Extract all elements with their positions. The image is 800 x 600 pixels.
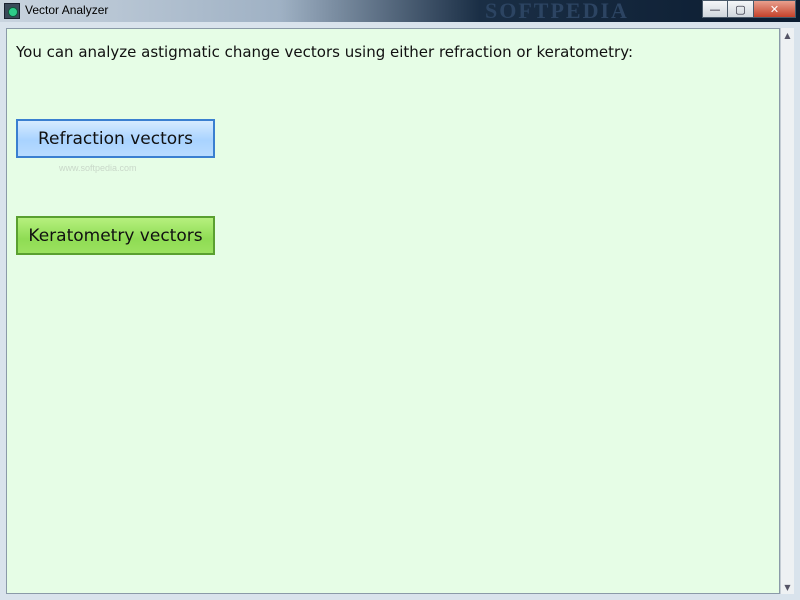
app-icon[interactable] [4, 3, 20, 19]
softpedia-watermark: SOFTPEDIA [485, 0, 629, 22]
title-bar[interactable]: Vector Analyzer SOFTPEDIA — ▢ ✕ [0, 0, 800, 22]
scroll-down-arrow-icon[interactable]: ▼ [781, 580, 794, 594]
window-frame: You can analyze astigmatic change vector… [0, 22, 800, 600]
keratometry-vectors-button[interactable]: Keratometry vectors [16, 216, 215, 255]
window-title: Vector Analyzer [25, 3, 109, 17]
client-area: You can analyze astigmatic change vector… [6, 28, 780, 594]
instruction-text: You can analyze astigmatic change vector… [16, 43, 634, 61]
refraction-vectors-button[interactable]: Refraction vectors [16, 119, 215, 158]
softpedia-url-watermark: www.softpedia.com [59, 163, 137, 173]
scroll-up-arrow-icon[interactable]: ▲ [781, 28, 794, 42]
maximize-button[interactable]: ▢ [728, 0, 754, 18]
minimize-button[interactable]: — [702, 0, 728, 18]
close-button[interactable]: ✕ [754, 0, 796, 18]
window-controls: — ▢ ✕ [702, 0, 796, 18]
vertical-scrollbar[interactable]: ▲ ▼ [780, 28, 794, 594]
